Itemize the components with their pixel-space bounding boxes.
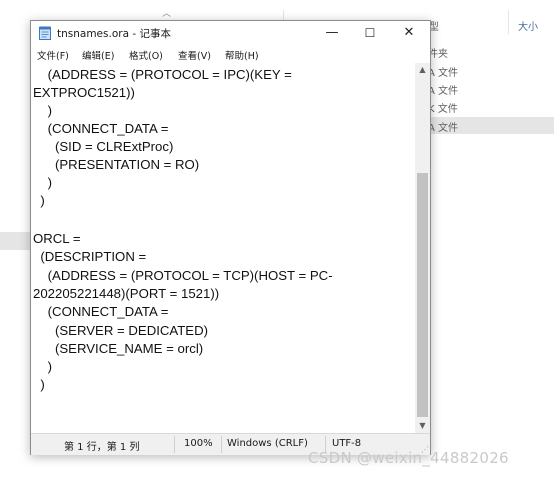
text-line: ) xyxy=(33,377,45,392)
nav-pane-selected-highlight xyxy=(0,232,30,250)
text-line: ) xyxy=(33,175,53,190)
text-line: (PRESENTATION = RO) xyxy=(33,157,200,172)
text-line: (DESCRIPTION = xyxy=(33,249,147,264)
menu-help[interactable]: 帮助(H) xyxy=(225,48,259,62)
text-editor-area[interactable]: (ADDRESS = (PROTOCOL = IPC)(KEY = EXTPRO… xyxy=(31,63,415,433)
notepad-window: tnsnames.ora - 记事本 — ☐ ✕ 文件(F) 编辑(E) 格式(… xyxy=(30,20,431,455)
file-type-cell[interactable]: 件夹 xyxy=(428,45,448,60)
watermark: CSDN @weixin_44882026 xyxy=(308,449,509,467)
size-column-header[interactable]: 大小 xyxy=(518,18,538,33)
scroll-down-arrow-icon[interactable]: ▼ xyxy=(415,419,430,433)
text-line: ORCL = xyxy=(33,231,81,246)
text-line: (ADDRESS = (PROTOCOL = IPC)(KEY = xyxy=(33,67,292,82)
text-line: (CONNECT_DATA = xyxy=(33,121,169,136)
scrollbar-thumb[interactable] xyxy=(417,173,428,417)
sort-caret-icon: ︿ xyxy=(162,9,172,19)
window-title: tnsnames.ora - 记事本 xyxy=(57,28,171,40)
title-bar[interactable]: tnsnames.ora - 记事本 — ☐ ✕ xyxy=(31,21,430,45)
minimize-button[interactable]: — xyxy=(313,21,351,45)
scroll-up-arrow-icon[interactable]: ▲ xyxy=(415,63,430,77)
menu-file[interactable]: 文件(F) xyxy=(37,48,69,62)
text-line: ) xyxy=(33,359,53,374)
menu-format[interactable]: 格式(O) xyxy=(129,48,163,62)
file-type-cell[interactable]: K 文件 xyxy=(428,100,458,115)
text-line: (CONNECT_DATA = xyxy=(33,304,169,319)
text-line: (ADDRESS = (PROTOCOL = TCP)(HOST = PC- xyxy=(33,268,333,283)
vertical-scrollbar[interactable]: ▲ ▼ xyxy=(415,63,430,433)
status-divider xyxy=(174,436,175,453)
file-type-cell[interactable]: A 文件 xyxy=(428,82,458,97)
maximize-button[interactable]: ☐ xyxy=(351,21,389,45)
text-line: (SERVICE_NAME = orcl) xyxy=(33,341,204,356)
close-button[interactable]: ✕ xyxy=(390,21,428,45)
menu-view[interactable]: 查看(V) xyxy=(178,48,211,62)
text-line: EXTPROC1521)) xyxy=(33,85,135,100)
text-line: 202205221448)(PORT = 1521)) xyxy=(33,286,220,301)
menu-edit[interactable]: 编辑(E) xyxy=(82,48,114,62)
text-line: ) xyxy=(33,193,45,208)
file-type-cell[interactable]: A 文件 xyxy=(428,64,458,79)
text-line: ) xyxy=(33,103,53,118)
text-line: (SID = CLRExtProc) xyxy=(33,139,174,154)
status-divider xyxy=(221,436,222,453)
cursor-position: 第 1 行，第 1 列 xyxy=(64,442,140,453)
text-encoding: UTF-8 xyxy=(332,438,362,449)
line-ending: Windows (CRLF) xyxy=(227,438,308,449)
menu-bar: 文件(F) 编辑(E) 格式(O) 查看(V) 帮助(H) xyxy=(31,45,430,63)
notepad-app-icon xyxy=(39,26,51,40)
zoom-level: 100% xyxy=(184,438,213,449)
file-type-cell[interactable]: A 文件 xyxy=(428,119,458,134)
text-line: (SERVER = DEDICATED) xyxy=(33,323,209,338)
